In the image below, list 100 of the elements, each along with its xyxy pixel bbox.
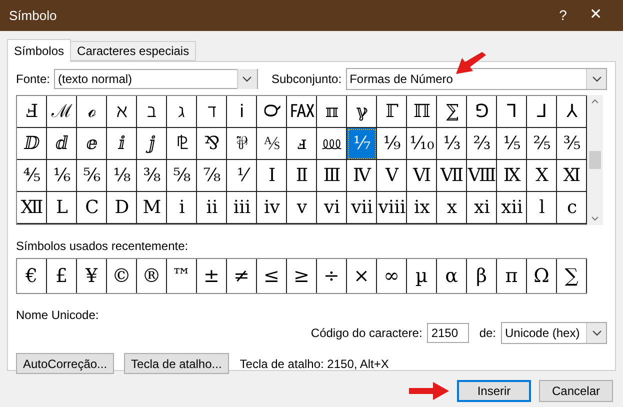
symbol-cell[interactable]: ⅃ bbox=[527, 96, 557, 128]
symbol-cell[interactable]: ⅕ bbox=[497, 128, 527, 160]
shortcut-text: Tecla de atalho: 2150, Alt+X bbox=[240, 356, 389, 372]
symbol-cell[interactable]: Ⅎ bbox=[17, 96, 47, 128]
symbol-cell[interactable]: ⅉ bbox=[137, 128, 167, 160]
symbol-cell[interactable]: ℿ bbox=[407, 96, 437, 128]
font-dropdown[interactable]: (texto normal) bbox=[54, 69, 258, 89]
symbol-cell[interactable]: ℾ bbox=[377, 96, 407, 128]
symbol-cell[interactable]: ⅻ bbox=[497, 192, 527, 224]
symbol-cell[interactable]: ⅝ bbox=[167, 160, 197, 192]
symbol-cell[interactable]: ℻ bbox=[287, 96, 317, 128]
dropdown-value: (texto normal) bbox=[58, 71, 134, 88]
symbol-cell[interactable]: ℴ bbox=[77, 96, 107, 128]
symbol-cell[interactable]: ⅐ bbox=[347, 128, 377, 160]
encoding-dropdown[interactable]: Unicode (hex) bbox=[501, 322, 607, 344]
symbol-cell[interactable]: Ⅰ bbox=[257, 160, 287, 192]
symbol-cell[interactable]: ⅶ bbox=[347, 192, 377, 224]
dropdown-value: Formas de Número bbox=[350, 71, 454, 88]
symbol-cell[interactable]: Ⅽ bbox=[77, 192, 107, 224]
symbol-cell[interactable]: ⅹ bbox=[437, 192, 467, 224]
symbol-cell[interactable]: ⅘ bbox=[17, 160, 47, 192]
scroll-up-icon bbox=[591, 99, 599, 104]
tab[interactable]: Símbolos bbox=[7, 39, 72, 62]
symbol-cell[interactable]: ⅸ bbox=[407, 192, 437, 224]
symbol-cell[interactable]: ⅙ bbox=[47, 160, 77, 192]
symbol-cell[interactable]: ⅌ bbox=[227, 128, 257, 160]
symbol-cell[interactable]: Ⅹ bbox=[527, 160, 557, 192]
symbol-cell[interactable]: ⅎ bbox=[287, 128, 317, 160]
symbol-cell[interactable]: Ⅳ bbox=[347, 160, 377, 192]
dropdown-button[interactable] bbox=[586, 323, 606, 343]
symbol-cell[interactable]: Ⅶ bbox=[437, 160, 467, 192]
help-button[interactable]: ? bbox=[548, 5, 578, 26]
symbol-cell[interactable]: ⅈ bbox=[107, 128, 137, 160]
symbol-cell[interactable]: ⅴ bbox=[287, 192, 317, 224]
symbol-cell[interactable]: ⅞ bbox=[197, 160, 227, 192]
scrollbar[interactable] bbox=[587, 95, 603, 225]
symbol-cell[interactable]: ⅆ bbox=[47, 128, 77, 160]
subset-dropdown[interactable]: Formas de Número bbox=[346, 68, 607, 90]
symbol-cell[interactable]: ⅊ bbox=[167, 128, 197, 160]
symbol-cell[interactable]: ⅍ bbox=[257, 128, 287, 160]
footer-button[interactable]: Cancelar bbox=[539, 380, 613, 402]
symbol-cell[interactable]: ℶ bbox=[137, 96, 167, 128]
from-label: de: bbox=[479, 325, 496, 342]
symbol-cell[interactable]: Ⅲ bbox=[317, 160, 347, 192]
symbol-cell[interactable]: ⅲ bbox=[227, 192, 257, 224]
symbol-cell[interactable]: Ⅷ bbox=[467, 160, 497, 192]
symbol-cell[interactable]: ℺ bbox=[257, 96, 287, 128]
font-label: Fonte: bbox=[16, 71, 50, 88]
dialog-button[interactable]: Tecla de atalho... bbox=[124, 353, 229, 374]
symbol-cell[interactable]: ℸ bbox=[197, 96, 227, 128]
arrow-icon bbox=[456, 52, 486, 76]
symbol-cell[interactable]: ⅵ bbox=[317, 192, 347, 224]
scroll-down-icon bbox=[591, 216, 599, 221]
recent-label: Símbolos usados recentemente: bbox=[16, 238, 190, 255]
subset-label: Subconjunto: bbox=[272, 71, 342, 88]
symbol-cell[interactable]: Ⅱ bbox=[287, 160, 317, 192]
symbol-cell[interactable]: ⅷ bbox=[377, 192, 407, 224]
symbol-cell[interactable]: ⅓ bbox=[437, 128, 467, 160]
symbol-cell[interactable]: Ⅴ bbox=[377, 160, 407, 192]
dropdown-button[interactable] bbox=[586, 69, 606, 89]
symbol-cell[interactable]: ⅟ bbox=[227, 160, 257, 192]
symbol-cell[interactable]: ⅔ bbox=[467, 128, 497, 160]
symbol-cell[interactable]: ⅁ bbox=[467, 96, 497, 128]
symbol-cell[interactable]: Ⅸ bbox=[497, 160, 527, 192]
symbol-cell[interactable]: ⅂ bbox=[497, 96, 527, 128]
symbol-cell[interactable]: ⅋ bbox=[197, 128, 227, 160]
symbol-cell[interactable]: ⅚ bbox=[77, 160, 107, 192]
symbol-cell[interactable]: ⅳ bbox=[257, 192, 287, 224]
tab[interactable]: Caracteres especiais bbox=[71, 41, 196, 61]
symbol-cell[interactable]: ℳ bbox=[47, 96, 77, 128]
symbol-cell[interactable]: ℼ bbox=[317, 96, 347, 128]
symbol-cell[interactable]: ℷ bbox=[167, 96, 197, 128]
symbol-cell[interactable]: Ⅵ bbox=[407, 160, 437, 192]
symbol-cell[interactable]: ⅛ bbox=[107, 160, 137, 192]
symbol-cell[interactable]: ℹ bbox=[227, 96, 257, 128]
symbol-cell[interactable]: ⅅ bbox=[17, 128, 47, 160]
symbol-cell[interactable]: ⅇ bbox=[77, 128, 107, 160]
symbol-cell[interactable]: ℵ bbox=[107, 96, 137, 128]
char-code-field[interactable]: 2150 bbox=[427, 323, 470, 343]
symbol-cell[interactable]: ⅜ bbox=[137, 160, 167, 192]
symbol-cell[interactable]: ⅱ bbox=[197, 192, 227, 224]
symbol-cell[interactable]: ⅑ bbox=[377, 128, 407, 160]
symbol-cell[interactable]: Ⅿ bbox=[137, 192, 167, 224]
symbol-cell[interactable]: ⅀ bbox=[437, 96, 467, 128]
footer-button[interactable]: Inserir bbox=[457, 380, 531, 402]
symbol-cell[interactable]: ⅒ bbox=[407, 128, 437, 160]
close-button[interactable]: ✕ bbox=[578, 4, 614, 27]
arrow-icon bbox=[409, 382, 449, 400]
dialog-button[interactable]: AutoCorreção... bbox=[16, 353, 114, 374]
symbol-cell[interactable]: ⅖ bbox=[527, 128, 557, 160]
scroll-thumb[interactable] bbox=[589, 151, 601, 169]
dropdown-button[interactable] bbox=[236, 69, 256, 89]
symbol-cell[interactable]: Ⅼ bbox=[47, 192, 77, 224]
symbol-cell[interactable]: Ⅻ bbox=[17, 192, 47, 224]
symbol-cell[interactable]: Ⅾ bbox=[107, 192, 137, 224]
symbol-cell[interactable]: ⅺ bbox=[467, 192, 497, 224]
symbol-cell[interactable]: ⅰ bbox=[167, 192, 197, 224]
chevron-down-icon bbox=[242, 76, 252, 82]
symbol-cell[interactable]: ⅼ bbox=[527, 192, 557, 224]
char-code-label: Código do caractere: bbox=[310, 325, 422, 342]
